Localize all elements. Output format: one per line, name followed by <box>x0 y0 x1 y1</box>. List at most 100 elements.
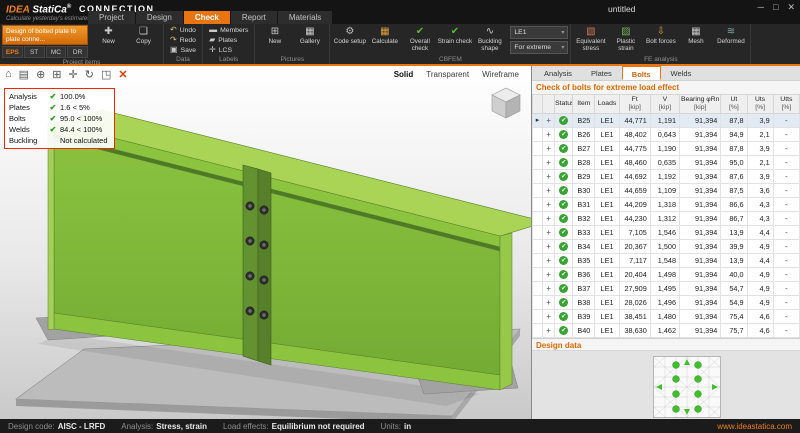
ribbon-group-label-cbfem: CBFEM <box>439 56 462 63</box>
zoom-extents-icon[interactable]: ⊞ <box>52 68 61 81</box>
table-row-b34[interactable]: + ✔ B34 LE1 20,367 1,500 91,394 39,9 4,9- <box>531 238 800 254</box>
plastic-strain-button[interactable]: ▨ Plastic strain <box>608 25 643 55</box>
expand-row-button[interactable]: + <box>542 168 556 184</box>
plates-button[interactable]: ▰ Plates <box>205 35 241 45</box>
table-row-b29[interactable]: + ✔ B29 LE1 44,692 1,192 91,394 87,6 3,9- <box>531 168 800 184</box>
expand-row-button[interactable]: + <box>542 140 556 156</box>
close-icon[interactable]: ✕ <box>118 68 127 81</box>
redo-button[interactable]: ↷ Redo <box>166 35 200 45</box>
new-button[interactable]: ✚ New <box>91 25 126 55</box>
table-row-b40[interactable]: + ✔ B40 LE1 38,630 1,462 91,394 75,7 4,6- <box>531 322 800 338</box>
view-mode-wireframe[interactable]: Wireframe <box>482 70 519 79</box>
column-header-utts[interactable]: Utts [%] <box>772 94 800 114</box>
mesh-button[interactable]: ▦ Mesh <box>678 25 713 55</box>
bolt-forces-button[interactable]: ⇩ Bolt forces <box>643 25 678 55</box>
expand-row-button[interactable]: + <box>542 252 556 268</box>
expand-row-button[interactable]: + <box>542 126 556 142</box>
load-case-dropdown[interactable]: LE1 ▾ <box>510 26 569 39</box>
results-tab-analysis[interactable]: Analysis <box>535 66 581 80</box>
expand-row-button[interactable]: + <box>542 238 556 254</box>
view-mode-solid[interactable]: Solid <box>394 70 414 79</box>
table-row-b25[interactable]: ▸ + ✔ B25 LE1 44,771 1,191 91,394 87,8 3,9- <box>531 112 800 128</box>
deformed-button[interactable]: ≋ Deformed <box>713 25 748 55</box>
column-header-bearing[interactable]: Bearing φRn [kip] <box>679 94 722 114</box>
rotate-icon[interactable]: ↻ <box>85 68 94 81</box>
expand-row-button[interactable]: + <box>542 112 556 128</box>
table-row-b36[interactable]: + ✔ B36 LE1 20,404 1,498 91,394 40,0 4,9- <box>531 266 800 282</box>
view-axis-icon[interactable]: ◳ <box>101 68 111 81</box>
current-design-item[interactable]: Design of bolted plate to plate conne... <box>2 25 88 45</box>
new-button[interactable]: ⊞ New <box>257 25 292 55</box>
ribbon-tab-report[interactable]: Report <box>230 11 277 24</box>
table-row-b31[interactable]: + ✔ B31 LE1 44,209 1,318 91,394 86,6 4,3- <box>531 196 800 212</box>
equivalent-stress-button[interactable]: ▧ Equivalent stress <box>573 25 608 55</box>
expand-row-button[interactable]: + <box>542 154 556 170</box>
close-button[interactable]: ✕ <box>787 2 795 13</box>
ribbon-tab-project[interactable]: Project <box>88 11 135 24</box>
deformed-icon: ≋ <box>726 26 736 37</box>
gallery-button[interactable]: ▦ Gallery <box>292 25 327 55</box>
website-link[interactable]: www.ideastatica.com <box>717 422 792 431</box>
table-row-b35[interactable]: + ✔ B35 LE1 7,117 1,548 91,394 13,9 4,4- <box>531 252 800 268</box>
save-button[interactable]: ▣ Save <box>166 45 200 55</box>
column-header-item[interactable]: Item <box>572 94 596 114</box>
ribbon-tab-check[interactable]: Check <box>183 11 230 24</box>
lcs-button[interactable]: ✛ LCS <box>205 45 236 55</box>
strain-check-button[interactable]: ✔ Strain check <box>437 25 473 55</box>
expand-row-button[interactable]: + <box>542 280 556 296</box>
table-row-b39[interactable]: + ✔ B39 LE1 38,451 1,480 91,394 75,4 4,6- <box>531 308 800 324</box>
plates-icon: ▰ <box>209 35 216 44</box>
column-header-v[interactable]: V [kip] <box>649 94 681 114</box>
column-header-ut[interactable]: Ut [%] <box>720 94 748 114</box>
extreme-mode-dropdown[interactable]: For extreme ▾ <box>510 41 569 54</box>
results-tab-plates[interactable]: Plates <box>582 66 621 80</box>
table-row-b33[interactable]: + ✔ B33 LE1 7,105 1,546 91,394 13,9 4,4- <box>531 224 800 240</box>
expand-row-button[interactable]: + <box>542 196 556 212</box>
view-mode-transparent[interactable]: Transparent <box>426 70 469 79</box>
table-row-b30[interactable]: + ✔ B30 LE1 44,659 1,109 91,394 87,5 3,6- <box>531 182 800 198</box>
ribbon-tab-design[interactable]: Design <box>135 11 183 24</box>
eps-button[interactable]: EPS <box>2 46 23 58</box>
mc-button[interactable]: MC <box>45 46 67 58</box>
st-button[interactable]: ST <box>23 46 45 58</box>
table-row-b26[interactable]: + ✔ B26 LE1 48,402 0,643 91,394 94,9 2,1- <box>531 126 800 142</box>
gallery-icon: ▦ <box>305 26 315 37</box>
column-header-uts[interactable]: Uts [%] <box>746 94 774 114</box>
calculate-button[interactable]: ▦ Calculate <box>367 25 402 55</box>
row-marker <box>531 266 544 282</box>
code-setup-button[interactable]: ⚙ Code setup <box>332 25 367 55</box>
table-row-b37[interactable]: + ✔ B37 LE1 27,909 1,495 91,394 54,7 4,9- <box>531 280 800 296</box>
print-icon[interactable]: ▤ <box>19 68 29 81</box>
column-header-status[interactable]: Status <box>554 94 574 114</box>
expand-row-button[interactable]: + <box>542 322 556 338</box>
results-tab-welds[interactable]: Welds <box>662 66 701 80</box>
table-row-b28[interactable]: + ✔ B28 LE1 48,460 0,635 91,394 95,0 2,1- <box>531 154 800 170</box>
navigation-cube[interactable] <box>489 86 523 125</box>
expand-row-button[interactable]: + <box>542 224 556 240</box>
expand-row-button[interactable]: + <box>542 294 556 310</box>
buckling-shape-button[interactable]: ∿ Buckling shape <box>472 25 507 55</box>
results-tab-bolts[interactable]: Bolts <box>621 66 661 80</box>
column-header-loads[interactable]: Loads <box>594 94 620 114</box>
column-header-ft[interactable]: Ft [kip] <box>618 94 651 114</box>
expand-row-button[interactable]: + <box>542 308 556 324</box>
home-icon[interactable]: ⌂ <box>5 68 12 81</box>
expand-row-button[interactable]: + <box>542 210 556 226</box>
viewport-3d[interactable]: ⌂ ▤ ⊕ ⊞ ✛ ↻ ◳ ✕ Solid Transparent Wireframe Analy… <box>0 66 532 419</box>
row-marker <box>531 238 544 254</box>
expand-row-button[interactable]: + <box>542 266 556 282</box>
table-row-b38[interactable]: + ✔ B38 LE1 28,026 1,496 91,394 54,9 4,9- <box>531 294 800 310</box>
table-row-b27[interactable]: + ✔ B27 LE1 44,775 1,190 91,394 87,8 3,9- <box>531 140 800 156</box>
dr-button[interactable]: DR <box>67 46 88 58</box>
table-row-b32[interactable]: + ✔ B32 LE1 44,230 1,312 91,394 86,7 4,3- <box>531 210 800 226</box>
maximize-button[interactable]: □ <box>773 2 778 13</box>
ribbon-tab-materials[interactable]: Materials <box>277 11 333 24</box>
expand-row-button[interactable]: + <box>542 182 556 198</box>
pan-icon[interactable]: ✛ <box>69 68 78 81</box>
copy-button[interactable]: ❏ Copy <box>126 25 161 55</box>
members-button[interactable]: ▬ Members <box>205 25 252 35</box>
minimize-button[interactable]: ─ <box>758 2 764 13</box>
overall-check-button[interactable]: ✔ Overall check <box>402 25 437 55</box>
undo-button[interactable]: ↶ Undo <box>166 25 200 35</box>
zoom-in-icon[interactable]: ⊕ <box>36 68 45 81</box>
